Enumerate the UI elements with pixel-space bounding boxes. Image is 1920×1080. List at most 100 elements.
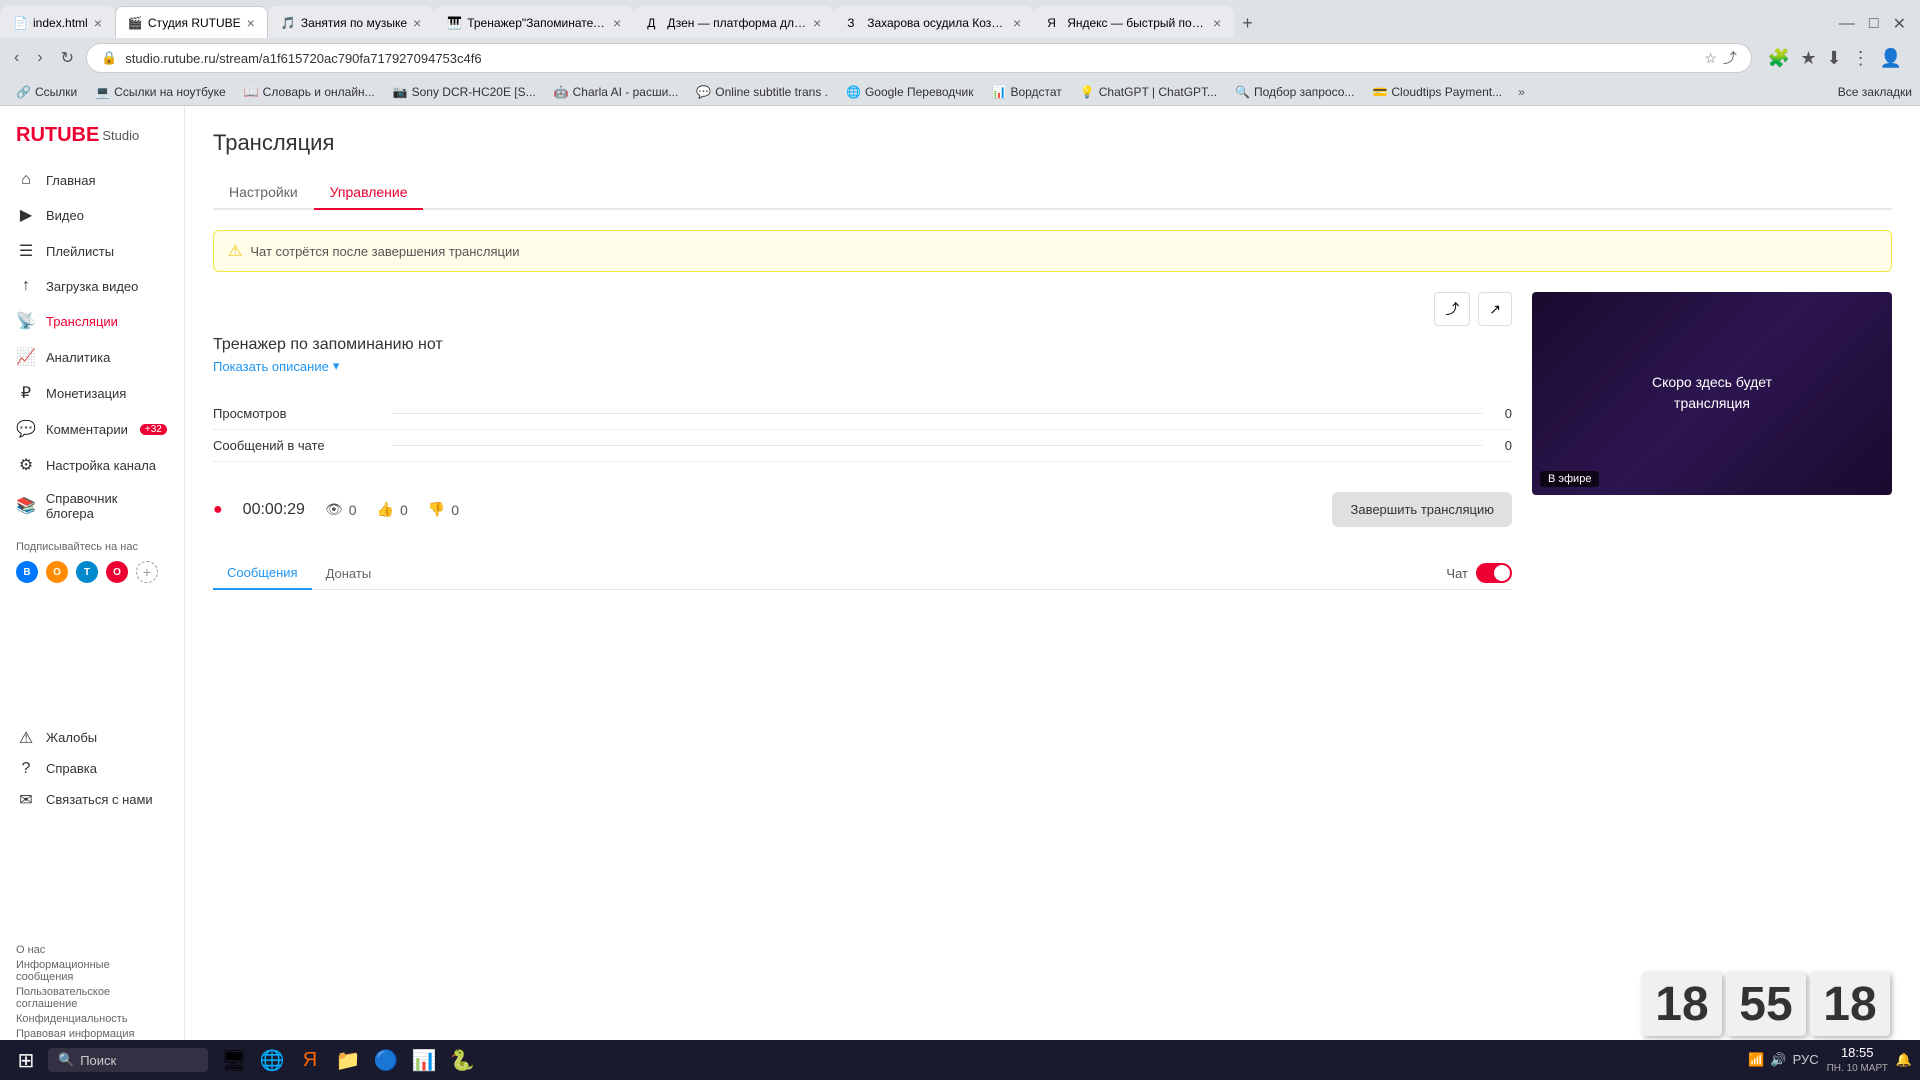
taskbar-app-edge[interactable]: 🌐 [254,1042,290,1078]
taskbar-app-python[interactable]: 🐍 [444,1042,480,1078]
bookmark-2[interactable]: 💻 Ссылки на ноутбуке [87,83,234,101]
browser-tab-3[interactable]: 🎵 Занятия по музыке × [268,6,434,38]
tab-close-1[interactable]: × [94,15,102,31]
taskbar-app-files[interactable]: 📁 [330,1042,366,1078]
maximize-button[interactable]: □ [1863,11,1885,37]
sidebar-item-complaints[interactable]: ⚠ Жалобы [16,722,168,754]
sidebar-item-help[interactable]: ? Справка [16,754,168,784]
show-description-link[interactable]: Показать описание ▾ [213,358,1512,374]
taskbar-app-chrome[interactable]: 🔵 [368,1042,404,1078]
browser-tab-6[interactable]: З Захарова осудила Козырева × [834,6,1034,38]
extensions-icon[interactable]: 🧩 [1768,48,1790,69]
alert-text: Чат сотрётся после завершения трансляции [250,244,519,259]
close-window-button[interactable]: ✕ [1887,10,1912,38]
taskbar-notification[interactable]: 🔔 [1896,1052,1912,1068]
tab-settings[interactable]: Настройки [213,176,314,208]
sidebar-item-monetization[interactable]: ₽ Монетизация [0,375,184,411]
stream-title: Тренажер по запоминанию нот [213,336,1512,354]
social-section: Подписывайтесь на нас В О T О + [0,529,184,589]
tab-favicon-4: 🎹 [447,16,461,30]
bookmark-8[interactable]: 📊 Вордстат [984,83,1070,101]
settings-icon[interactable]: ⋮ [1852,48,1870,69]
chat-toggle-switch[interactable] [1476,563,1512,583]
tab-close-3[interactable]: × [413,15,421,31]
sidebar-item-comments[interactable]: 💬 Комментарии +32 [0,411,184,447]
logo-rutube: RUTUBE [16,124,99,147]
footer-privacy[interactable]: Конфиденциальность [16,1013,168,1025]
taskbar-app-excel[interactable]: 📊 [406,1042,442,1078]
tab-title-2: Студия RUTUBE [148,16,241,30]
tab-messages[interactable]: Сообщения [213,557,312,590]
footer-info[interactable]: Информационные сообщения [16,959,168,983]
taskbar-app-yandex[interactable]: Я [292,1042,328,1078]
tab-close-5[interactable]: × [813,15,821,31]
browser-tab-2[interactable]: 🎬 Студия RUTUBE × [115,6,268,38]
bookmark-9[interactable]: 💡 ChatGPT | ChatGPT... [1072,83,1225,101]
tab-close-2[interactable]: × [247,15,255,31]
social-vk[interactable]: В [16,561,38,583]
tab-close-6[interactable]: × [1013,15,1021,31]
external-stream-button[interactable]: ↗ [1478,292,1512,326]
refresh-button[interactable]: ↻ [55,44,80,72]
bookmark-10[interactable]: 🔍 Подбор запросо... [1227,83,1362,101]
social-add-button[interactable]: + [136,561,158,583]
sidebar-item-playlists[interactable]: ☰ Плейлисты [0,233,184,269]
share-icon[interactable]: ⤴ [1723,48,1737,68]
tab-donates[interactable]: Донаты [312,558,386,589]
tab-title-5: Дзен — платформа для прос... [667,16,807,30]
new-tab-button[interactable]: + [1234,9,1261,38]
browser-tab-4[interactable]: 🎹 Тренажер"Запоминатель нот × [434,6,634,38]
bookmark-6[interactable]: 💬 Online subtitle trans . [688,83,836,101]
social-rutube[interactable]: О [106,561,128,583]
clock-digit-seconds: 18 [1810,972,1890,1036]
download-icon[interactable]: ⬇ [1826,48,1841,69]
end-stream-button[interactable]: Завершить трансляцию [1332,492,1512,527]
bookmark-3[interactable]: 📖 Словарь и онлайн... [236,83,383,101]
profile-icon[interactable]: 👤 [1880,48,1902,69]
start-button[interactable]: ⊞ [8,1042,44,1078]
sidebar-item-upload[interactable]: ↑ Загрузка видео [0,269,184,303]
bookmark-1[interactable]: 🔗 Ссылки [8,83,85,101]
stats-row: Просмотров 0 Сообщений в чате 0 [213,398,1512,462]
minimize-button[interactable]: — [1833,11,1861,37]
bookmark-4[interactable]: 📷 Sony DCR-HC20E [S... [385,83,544,101]
taskbar-app-monitor[interactable]: 🖥 [216,1042,252,1078]
social-ok[interactable]: О [46,561,68,583]
tab-close-4[interactable]: × [613,15,621,31]
footer-legal[interactable]: Правовая информация [16,1028,168,1040]
address-bar[interactable]: 🔒 studio.rutube.ru/stream/a1f615720ac790… [86,43,1752,73]
forward-button[interactable]: › [31,45,48,71]
bookmark-5[interactable]: 🤖 Charla AI - расши... [546,83,687,101]
star-icon[interactable]: ☆ [1704,50,1717,67]
bookmark-11[interactable]: 💳 Cloudtips Payment... [1364,83,1510,101]
bookmarks-more[interactable]: » [1512,83,1531,101]
share-stream-button[interactable]: ⤴ [1434,292,1470,326]
sidebar-item-home[interactable]: ⌂ Главная [0,163,184,197]
video-placeholder-text: Скоро здесь будет трансляция [1652,372,1772,414]
bookmark-icon-11: 💳 [1372,85,1387,99]
browser-tab-1[interactable]: 📄 index.html × [0,6,115,38]
bookmarks-end[interactable]: Все закладки [1838,85,1912,99]
reaction-likes: 👍 0 [377,501,408,518]
browser-tab-7[interactable]: Я Яндекс — быстрый поиск в ... × [1034,6,1234,38]
tab-favicon-7: Я [1047,16,1061,30]
bookmark-7[interactable]: 🌐 Google Переводчик [838,83,982,101]
taskbar-right: 📶 🔊 РУС 18:55 ПН. 10 МАРТ 🔔 [1748,1045,1912,1075]
social-telegram[interactable]: T [76,561,98,583]
sidebar-item-channel-settings[interactable]: ⚙ Настройка канала [0,447,184,483]
timer-value: 00:00:29 [243,501,305,519]
sidebar-item-analytics[interactable]: 📈 Аналитика [0,339,184,375]
sidebar-item-streams[interactable]: 📡 Трансляции [0,303,184,339]
bookmark-icon[interactable]: ★ [1800,48,1816,69]
sidebar-item-contact[interactable]: ✉ Связаться с нами [16,784,168,816]
back-button[interactable]: ‹ [8,45,25,71]
sidebar-item-video[interactable]: ▶ Видео [0,197,184,233]
page-tabs: Настройки Управление [213,176,1892,210]
taskbar-search[interactable]: 🔍 Поиск [48,1048,208,1072]
footer-about[interactable]: О нас [16,944,168,956]
tab-close-7[interactable]: × [1213,15,1221,31]
tab-management[interactable]: Управление [314,176,424,210]
footer-agreement[interactable]: Пользовательское соглашение [16,986,168,1010]
sidebar-item-blogger-guide[interactable]: 📚 Справочник блогера [0,483,184,529]
browser-tab-5[interactable]: Д Дзен — платформа для прос... × [634,6,834,38]
